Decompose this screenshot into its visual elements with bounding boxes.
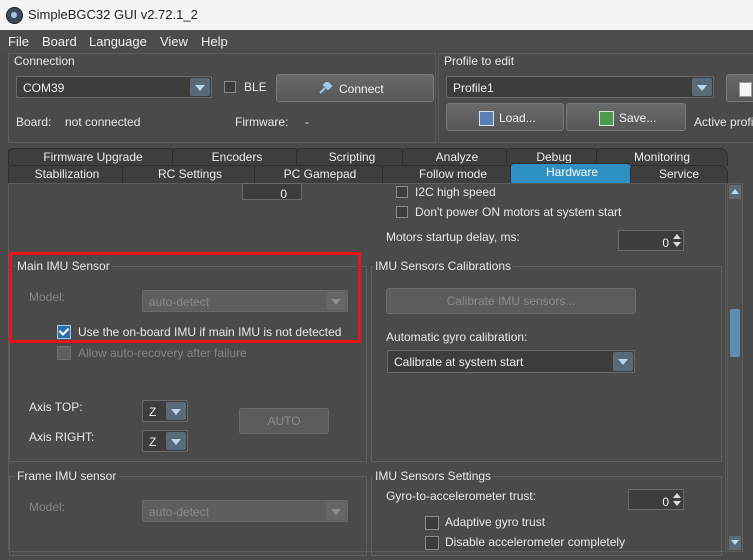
tab-scripting[interactable]: Scripting	[296, 148, 408, 166]
port-select[interactable]: COM39	[16, 76, 212, 98]
dont-power-label: Don't power ON motors at system start	[415, 205, 622, 219]
axis-top-label: Axis TOP:	[29, 400, 83, 414]
spin-down-icon	[673, 242, 681, 247]
vertical-scrollbar[interactable]	[727, 183, 743, 552]
tab-rc-settings[interactable]: RC Settings	[122, 165, 258, 183]
highlight-box	[9, 252, 361, 343]
active-profile-label: Active profi	[694, 115, 753, 129]
chevron-down-icon	[190, 78, 210, 96]
startup-delay-label: Motors startup delay, ms:	[386, 230, 520, 244]
calibrate-imu-button[interactable]: Calibrate IMU sensors...	[386, 288, 636, 314]
scroll-up-button[interactable]	[729, 185, 741, 199]
gyro-trust-label: Gyro-to-accelerometer trust:	[386, 489, 537, 503]
imu-calibrations-title: IMU Sensors Calibrations	[373, 259, 514, 273]
scroll-thumb[interactable]	[730, 309, 740, 357]
chevron-up-icon	[731, 189, 739, 194]
gyro-trust-spinbox[interactable]: 0	[628, 489, 684, 510]
menu-help[interactable]: Help	[201, 34, 228, 49]
startup-delay-value: 0	[662, 236, 669, 250]
menu-bar: File Board Language View Help	[0, 30, 753, 53]
startup-delay-spinbox[interactable]: 0	[618, 230, 684, 251]
tab-pc-gamepad[interactable]: PC Gamepad	[254, 165, 386, 183]
dont-power-checkbox[interactable]	[396, 206, 408, 218]
chevron-down-icon	[613, 352, 633, 371]
frame-imu-title: Frame IMU sensor	[15, 469, 119, 483]
imu-settings-title: IMU Sensors Settings	[373, 469, 494, 483]
tab-service[interactable]: Service	[630, 165, 728, 183]
i2c-checkbox[interactable]	[396, 186, 408, 198]
tab-hardware[interactable]: Hardware	[510, 163, 634, 183]
document-icon	[739, 82, 752, 97]
ble-checkbox[interactable]	[224, 81, 236, 93]
chevron-down-icon	[731, 540, 739, 545]
chevron-down-icon	[692, 78, 712, 96]
disable-acc-label: Disable accelerometer completely	[445, 535, 626, 549]
allow-recovery-label: Allow auto-recovery after failure	[78, 346, 247, 360]
tab-follow-mode[interactable]: Follow mode	[382, 165, 524, 183]
save-button[interactable]: Save...	[566, 103, 686, 131]
adaptive-gyro-checkbox[interactable]	[425, 516, 439, 530]
axis-right-label: Axis RIGHT:	[29, 430, 95, 444]
spin-down-icon	[673, 501, 681, 506]
tab-encoders[interactable]: Encoders	[172, 148, 302, 166]
axis-top-value: Z	[149, 405, 157, 419]
tab-firmware-upgrade[interactable]: Firmware Upgrade	[8, 148, 178, 166]
connection-title: Connection	[14, 54, 75, 68]
frame-imu-model-select[interactable]: auto-detect	[142, 500, 348, 522]
menu-board[interactable]: Board	[42, 34, 77, 49]
profile-extra-button[interactable]	[726, 74, 753, 102]
firmware-value: -	[305, 115, 309, 129]
tab-stabilization[interactable]: Stabilization	[8, 165, 126, 183]
spin-up-icon	[673, 493, 681, 498]
adaptive-gyro-label: Adaptive gyro trust	[445, 515, 546, 529]
frame-imu-model-value: auto-detect	[149, 505, 210, 519]
load-button[interactable]: Load...	[446, 103, 564, 131]
profile-value: Profile1	[453, 81, 494, 95]
top-left-spinbox[interactable]: 0	[242, 183, 302, 201]
load-label: Load...	[499, 111, 536, 125]
axis-right-select[interactable]: Z	[142, 430, 188, 452]
axis-top-select[interactable]: Z	[142, 400, 188, 422]
menu-view[interactable]: View	[160, 34, 188, 49]
app-icon	[6, 7, 23, 24]
menu-file[interactable]: File	[8, 34, 29, 49]
save-icon	[599, 111, 614, 126]
profile-select[interactable]: Profile1	[446, 76, 714, 98]
connect-label: Connect	[339, 82, 384, 96]
i2c-label: I2C high speed	[415, 185, 496, 199]
plug-icon	[319, 80, 333, 94]
chevron-down-icon	[166, 402, 186, 420]
auto-button[interactable]: AUTO	[239, 408, 329, 434]
allow-recovery-checkbox[interactable]	[57, 346, 71, 360]
profile-title: Profile to edit	[444, 54, 515, 68]
frame-imu-model-label: Model:	[29, 500, 66, 514]
firmware-label: Firmware:	[235, 115, 289, 129]
board-label: Board:	[16, 115, 52, 129]
menu-language[interactable]: Language	[89, 34, 147, 49]
scroll-down-button[interactable]	[729, 536, 741, 550]
title-bar: SimpleBGC32 GUI v2.72.1_2	[0, 0, 753, 30]
gyro-trust-value: 0	[662, 495, 669, 509]
chevron-down-icon	[326, 502, 346, 520]
auto-gyro-label: Automatic gyro calibration:	[386, 330, 528, 344]
port-value: COM39	[23, 81, 65, 95]
load-icon	[479, 111, 494, 126]
save-label: Save...	[619, 111, 657, 125]
chevron-down-icon	[166, 432, 186, 450]
disable-acc-checkbox[interactable]	[425, 536, 439, 550]
ble-label: BLE	[244, 80, 267, 94]
window-title: SimpleBGC32 GUI v2.72.1_2	[28, 7, 198, 22]
axis-right-value: Z	[149, 435, 157, 449]
tab-analyze[interactable]: Analyze	[402, 148, 512, 166]
auto-gyro-select[interactable]: Calibrate at system start	[387, 350, 635, 373]
board-value: not connected	[65, 115, 141, 129]
connect-button[interactable]: Connect	[276, 74, 434, 102]
spin-up-icon	[673, 234, 681, 239]
auto-gyro-value: Calibrate at system start	[394, 355, 524, 369]
